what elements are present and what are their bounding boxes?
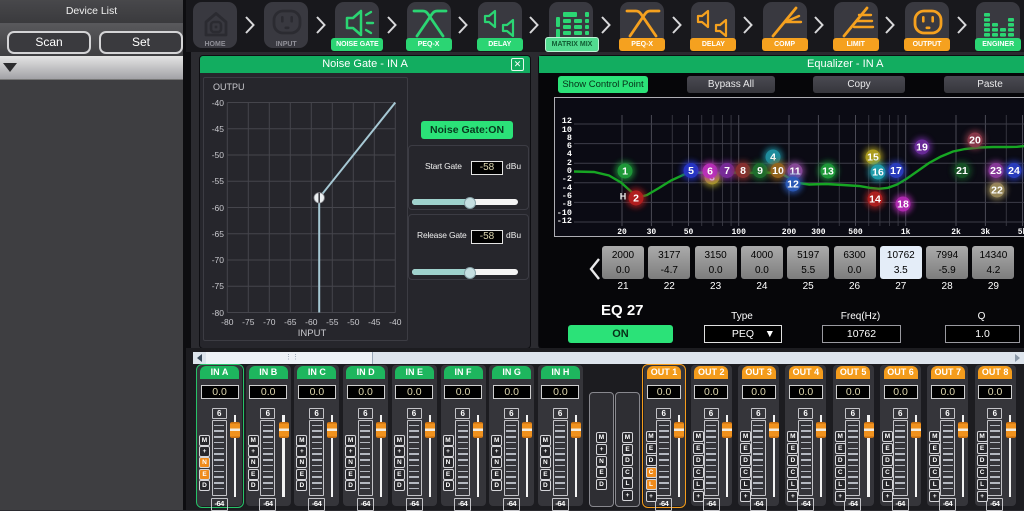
svg-text:8: 8 [740, 165, 746, 177]
svg-text:21: 21 [956, 165, 968, 177]
svg-text:H: H [620, 192, 627, 202]
svg-text:9: 9 [757, 165, 763, 177]
svg-text:17: 17 [890, 165, 902, 177]
svg-text:7: 7 [724, 165, 730, 177]
svg-text:16: 16 [872, 167, 884, 179]
svg-text:5: 5 [688, 165, 694, 177]
svg-text:10: 10 [772, 165, 784, 177]
svg-text:23: 23 [990, 165, 1002, 177]
svg-text:18: 18 [897, 199, 909, 211]
svg-text:20: 20 [969, 135, 981, 147]
svg-text:19: 19 [916, 142, 928, 154]
svg-text:24: 24 [1008, 165, 1020, 177]
svg-text:2: 2 [633, 193, 639, 205]
svg-text:15: 15 [867, 152, 879, 164]
svg-text:12: 12 [787, 179, 799, 191]
svg-text:14: 14 [869, 194, 881, 206]
svg-text:1: 1 [622, 166, 628, 178]
svg-text:13: 13 [822, 166, 834, 178]
svg-text:22: 22 [991, 185, 1003, 197]
svg-text:6: 6 [707, 166, 713, 178]
